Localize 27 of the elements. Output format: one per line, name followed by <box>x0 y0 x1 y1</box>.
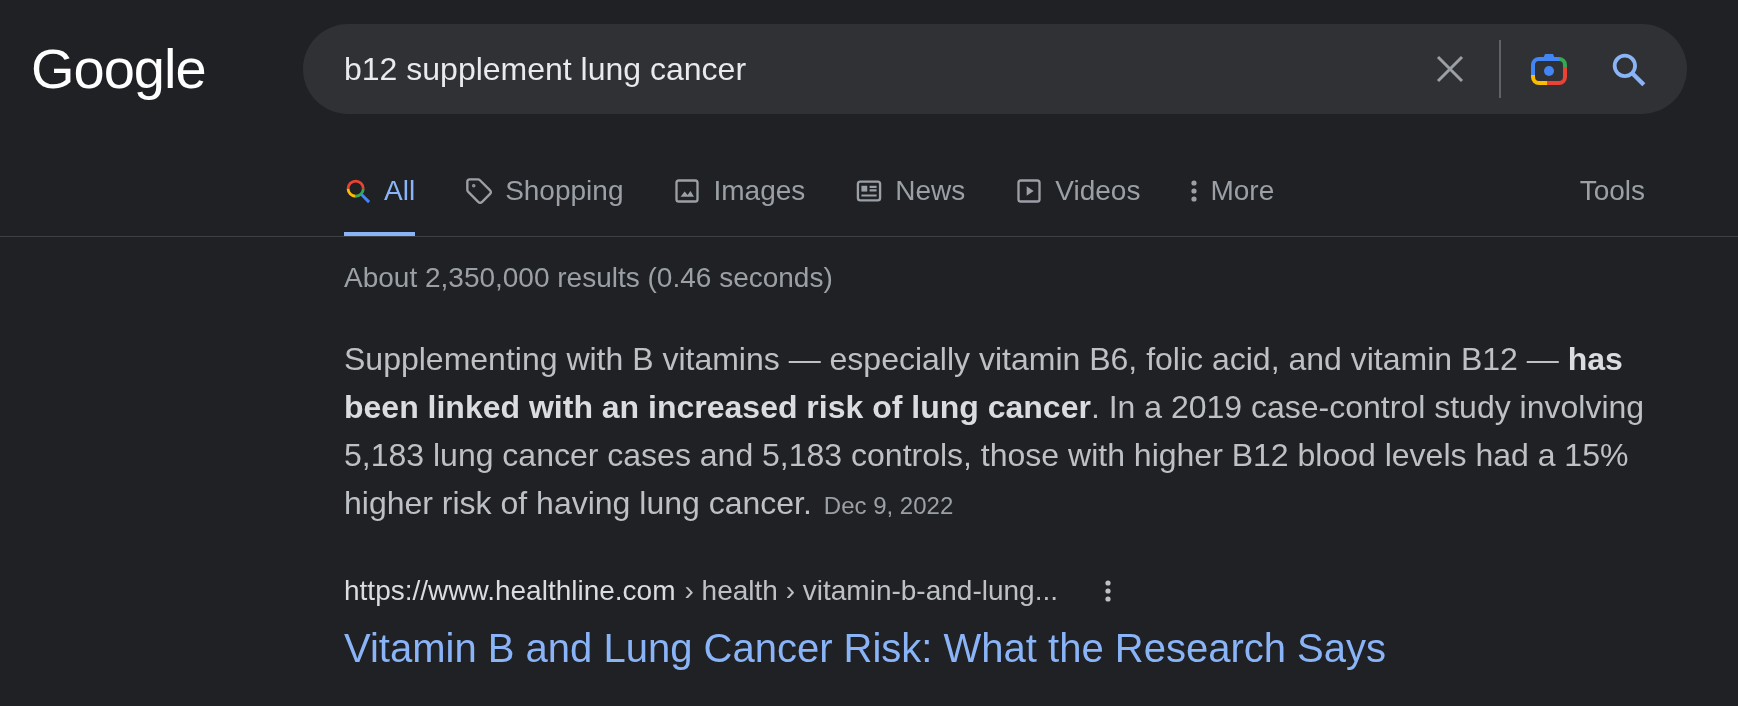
search-field[interactable]: b12 supplement lung cancer <box>303 24 1687 114</box>
result-title-link[interactable]: Vitamin B and Lung Cancer Risk: What the Research Says <box>344 626 1386 670</box>
camera-button[interactable] <box>1529 51 1569 87</box>
tab[interactable]: All <box>344 156 416 236</box>
tab[interactable]: Shopping <box>465 156 624 236</box>
more-icon <box>1190 178 1199 204</box>
tab[interactable]: More <box>1190 156 1275 236</box>
clear-button[interactable] <box>1436 55 1464 83</box>
search-icon <box>344 177 372 205</box>
tools-button[interactable]: Tools <box>1579 156 1645 236</box>
search-input[interactable]: b12 supplement lung cancer <box>344 49 1436 89</box>
tag-icon <box>465 177 494 205</box>
search-button[interactable] <box>1611 51 1646 87</box>
play-icon <box>1015 177 1044 205</box>
result-url[interactable]: https://www.healthline.com <box>344 577 676 605</box>
camera-icon <box>1529 51 1569 87</box>
tab[interactable]: Videos <box>1015 156 1141 236</box>
image-icon <box>673 177 702 205</box>
more-icon <box>1104 579 1112 603</box>
breadcrumb-path: › health › vitamin-b-and-lung... <box>684 577 1058 605</box>
tab[interactable]: News <box>855 156 966 236</box>
more-options-button[interactable] <box>1104 579 1112 603</box>
snippet-text: Supplementing with B vitamins — especially vitamin B6, folic acid, and vitamin B12 — has been linked with an increased risk of lung cancer. In a 2019 case-control study involving 5,183 lung cancer cases and 5,183 controls, those with higher B12 blood levels had a 15% higher risk of having lung cancer. Dec 9, 2022 <box>344 340 1646 523</box>
search-icon <box>1611 51 1646 87</box>
tab[interactable]: Images <box>673 156 806 236</box>
close-icon <box>1436 55 1464 83</box>
result-stats: About 2,350,000 results (0.46 seconds) <box>344 264 833 292</box>
